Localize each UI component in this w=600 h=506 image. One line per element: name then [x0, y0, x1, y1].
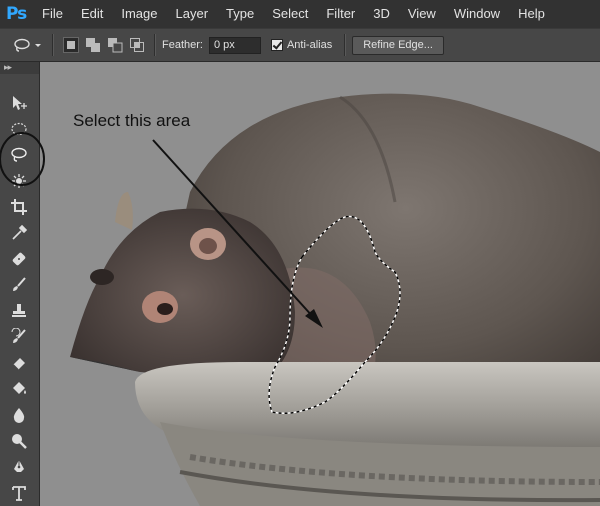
refine-edge-button[interactable]: Refine Edge...	[352, 35, 444, 55]
feather-input[interactable]	[208, 36, 261, 54]
type-tool-icon[interactable]	[8, 482, 30, 504]
add-to-selection-icon[interactable]	[85, 37, 101, 53]
eraser-tool-icon[interactable]	[8, 352, 30, 374]
menu-edit[interactable]: Edit	[81, 0, 103, 28]
menu-bar: Ps File Edit Image Layer Type Select Fil…	[0, 0, 600, 28]
dodge-tool-icon[interactable]	[8, 430, 30, 452]
new-selection-icon[interactable]	[63, 37, 79, 53]
spot-healing-tool-icon[interactable]	[8, 248, 30, 270]
brush-tool-icon[interactable]	[8, 274, 30, 296]
annotation-text: Select this area	[73, 111, 191, 130]
move-tool-icon[interactable]	[8, 92, 30, 114]
intersect-selection-icon[interactable]	[129, 37, 145, 53]
menu-3d[interactable]: 3D	[373, 0, 390, 28]
history-brush-tool-icon[interactable]	[8, 326, 30, 348]
pen-tool-icon[interactable]	[8, 456, 30, 478]
crop-tool-icon[interactable]	[8, 196, 30, 218]
menu-select[interactable]: Select	[272, 0, 308, 28]
menu-file[interactable]: File	[42, 0, 63, 28]
menu-window[interactable]: Window	[454, 0, 500, 28]
paint-bucket-tool-icon[interactable]	[8, 378, 30, 400]
menu-layer[interactable]: Layer	[176, 0, 209, 28]
clone-stamp-tool-icon[interactable]	[8, 300, 30, 322]
options-divider	[52, 34, 54, 56]
blur-tool-icon[interactable]	[8, 404, 30, 426]
highlight-circle-icon	[0, 132, 45, 186]
menu-help[interactable]: Help	[518, 0, 545, 28]
menu-type[interactable]: Type	[226, 0, 254, 28]
menu-image[interactable]: Image	[121, 0, 157, 28]
tool-preset-lasso-icon[interactable]	[13, 37, 43, 53]
menu-filter[interactable]: Filter	[326, 0, 355, 28]
options-divider	[154, 34, 156, 56]
eyedropper-tool-icon[interactable]	[8, 222, 30, 244]
options-divider	[344, 34, 347, 56]
subtract-from-selection-icon[interactable]	[107, 37, 123, 53]
antialias-checkbox[interactable]	[270, 39, 283, 51]
photoshop-logo: Ps	[6, 4, 27, 24]
feather-label: Feather:	[162, 39, 203, 51]
menu-view[interactable]: View	[408, 0, 436, 28]
options-bar: Feather: Anti-alias Refine Edge...	[0, 28, 600, 62]
panel-grip-icon[interactable]: ▸▸	[0, 62, 39, 74]
antialias-label: Anti-alias	[286, 39, 333, 51]
